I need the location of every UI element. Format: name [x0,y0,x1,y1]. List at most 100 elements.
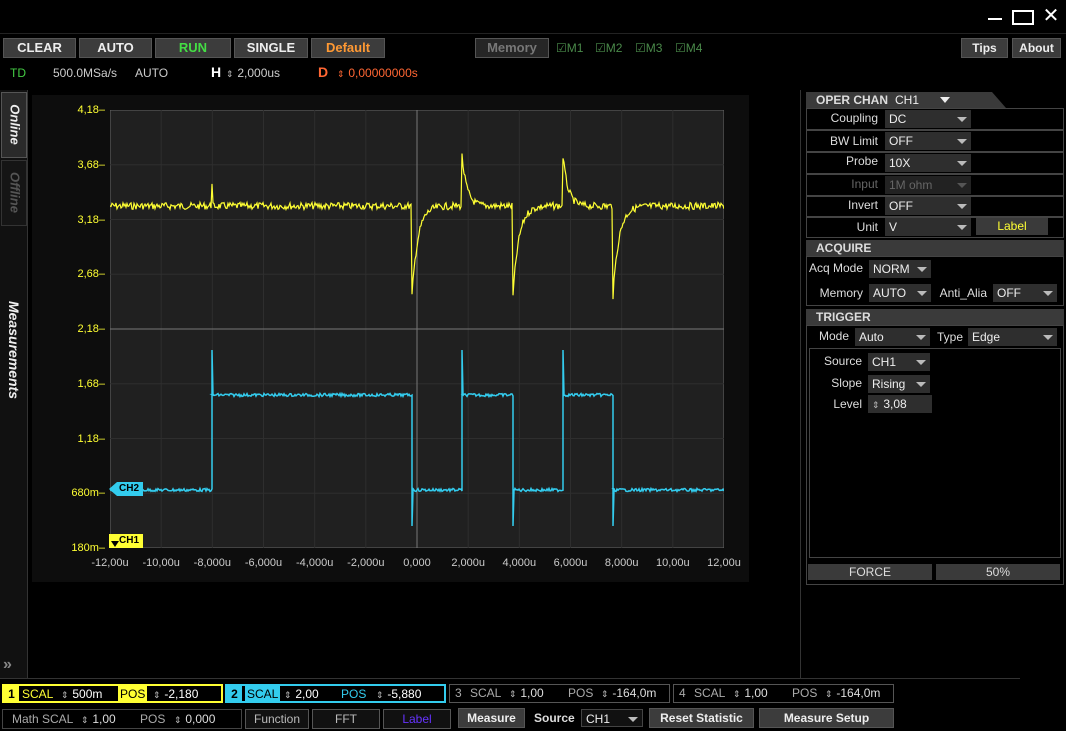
trigger-type-dropdown[interactable]: Edge [968,328,1057,346]
ch1-pos-spinner[interactable]: ⇕ -2,180 [153,686,198,704]
acq-mode-dropdown[interactable]: NORM [869,260,931,278]
memory-m4-checkbox[interactable]: ☑M4 [675,41,702,55]
y-tick-label: 180m– [71,542,105,554]
reset-label: Reset [660,711,693,725]
ch3-settings[interactable]: 3 SCAL ⇕ 1,00 POS ⇕ -164,0m [449,684,670,703]
run-button[interactable]: RUN [155,38,231,58]
tips-button[interactable]: Tips [961,38,1008,58]
ch1-scal-spinner[interactable]: ⇕ 500m [61,686,102,704]
chevron-down-icon [1043,335,1053,340]
memory-button[interactable]: Memory [475,38,549,58]
measure-setup-button[interactable]: Measure Setup [759,708,894,728]
measure-source-dropdown[interactable]: CH1 [581,709,643,727]
chevron-down-icon [957,139,967,144]
waveform-grid[interactable] [110,110,724,548]
unit-dropdown[interactable]: V [885,218,971,236]
y-tick-label: 4,18– [77,104,105,116]
trigger-mode-label: Mode [818,329,849,343]
ch1-pos-value: -2,180 [164,687,199,701]
fft-button[interactable]: FFT [312,709,380,729]
force-button[interactable]: FORCE [808,564,932,580]
function-button[interactable]: Function [245,709,309,729]
ch3-scal-label: SCAL [470,686,502,700]
oper-chan-title: OPER CHAN [816,93,889,107]
y-tick-label: 2,18– [77,323,105,335]
ch4-pos-spinner[interactable]: ⇕ -164,0m [825,685,880,703]
ch2-settings[interactable]: 2 SCAL ⇕ 2,00 POS ⇕ -5,880 [225,684,446,703]
chevron-down-icon [957,161,967,166]
measure-source-value: CH1 [586,712,611,726]
invert-dropdown[interactable]: OFF [885,197,971,215]
clear-button[interactable]: CLEAR [3,38,76,58]
trigger-mode-dropdown[interactable]: Auto [855,328,930,346]
h-spinner[interactable]: ⇕ 2,000us [226,66,280,80]
spin-icon: ⇕ [174,715,182,725]
spin-icon: ⇕ [226,69,234,79]
math-label-button[interactable]: Label [383,709,451,729]
chevron-down-icon [917,291,927,296]
d-label: D [318,64,329,80]
measure-button[interactable]: Measure [458,708,525,728]
ch3-scal-spinner[interactable]: ⇕ 1,00 [509,685,544,703]
trigger-mode-status: AUTO [135,66,169,80]
d-value: 0,00000000s [348,66,418,80]
chevron-down-icon [916,382,926,387]
y-tick-label: 680m– [71,487,105,500]
minimize-icon[interactable] [986,9,1004,25]
ch3-pos-spinner[interactable]: ⇕ -164,0m [601,685,656,703]
ch2-pos-spinner[interactable]: ⇕ -5,880 [376,686,421,704]
bw-limit-label: BW Limit [830,134,878,148]
memory-m1-checkbox[interactable]: ☑M1 [556,41,583,55]
tab-online[interactable]: Online [1,92,27,158]
level-spinner[interactable]: ⇕ 3,08 [868,395,932,413]
ch2-scal-spinner[interactable]: ⇕ 2,00 [284,686,319,704]
invert-value: OFF [889,199,913,213]
single-button[interactable]: SINGLE [234,38,308,58]
probe-dropdown[interactable]: 10X [885,154,971,172]
math-pos-value: 0,000 [185,712,216,726]
bw-limit-value: OFF [889,134,913,148]
about-button[interactable]: About [1012,38,1061,58]
anti-alias-dropdown[interactable]: OFF [993,284,1057,302]
spin-icon: ⇕ [601,689,609,699]
reset-statistic-button[interactable]: Reset Statistic [649,708,754,728]
coupling-dropdown[interactable]: DC [885,110,971,128]
level-label: Level [833,397,862,411]
maximize-icon[interactable] [1012,10,1034,25]
memory-m2-checkbox[interactable]: ☑M2 [595,41,622,55]
ch4-scal-value: 1,00 [744,686,768,700]
tab-measurements[interactable]: Measurements [1,280,27,420]
bw-limit-dropdown[interactable]: OFF [885,132,971,150]
close-icon[interactable]: ✕ [1041,6,1061,26]
math-scal-spinner[interactable]: ⇕ 1,00 [81,710,116,729]
m3-label: M3 [645,41,663,55]
ch4-settings[interactable]: 4 SCAL ⇕ 1,00 POS ⇕ -164,0m [673,684,894,703]
channel-label-button[interactable]: Label [976,218,1048,235]
ch2-pos-value: -5,880 [387,687,422,701]
bottom-divider [0,678,1020,679]
slope-dropdown[interactable]: Rising [868,375,930,393]
probe-label: Probe [845,154,878,168]
chevron-down-icon [957,204,967,209]
trigger-type-label: Type [936,330,963,344]
fifty-percent-button[interactable]: 50% [936,564,1060,580]
math-label: Math [12,712,39,726]
math-pos-spinner[interactable]: ⇕ 0,000 [174,710,215,729]
d-spinner[interactable]: ⇕ 0,00000000s [337,66,418,80]
memory-dropdown[interactable]: AUTO [869,284,931,302]
expand-icon[interactable]: » [3,656,12,674]
acquire-title: ACQUIRE [816,241,872,255]
ch1-scal-label: SCAL [22,687,54,701]
memory-m3-checkbox[interactable]: ☑M3 [635,41,662,55]
level-value: 3,08 [883,397,907,411]
trigger-title: TRIGGER [816,310,871,324]
ch4-scal-spinner[interactable]: ⇕ 1,00 [733,685,768,703]
math-settings[interactable]: Math SCAL ⇕ 1,00 POS ⇕ 0,000 [2,709,242,729]
default-button[interactable]: Default [311,38,385,58]
auto-button[interactable]: AUTO [79,38,152,58]
ch1-settings[interactable]: 1 SCAL ⇕ 500m POS ⇕ -2,180 [2,684,223,703]
sample-rate: 500.0MSa/s [53,66,118,80]
oper-chan-select[interactable]: CH1 [895,92,955,108]
y-tick-label: 2,68– [77,268,105,281]
trigger-source-dropdown[interactable]: CH1 [868,353,930,371]
